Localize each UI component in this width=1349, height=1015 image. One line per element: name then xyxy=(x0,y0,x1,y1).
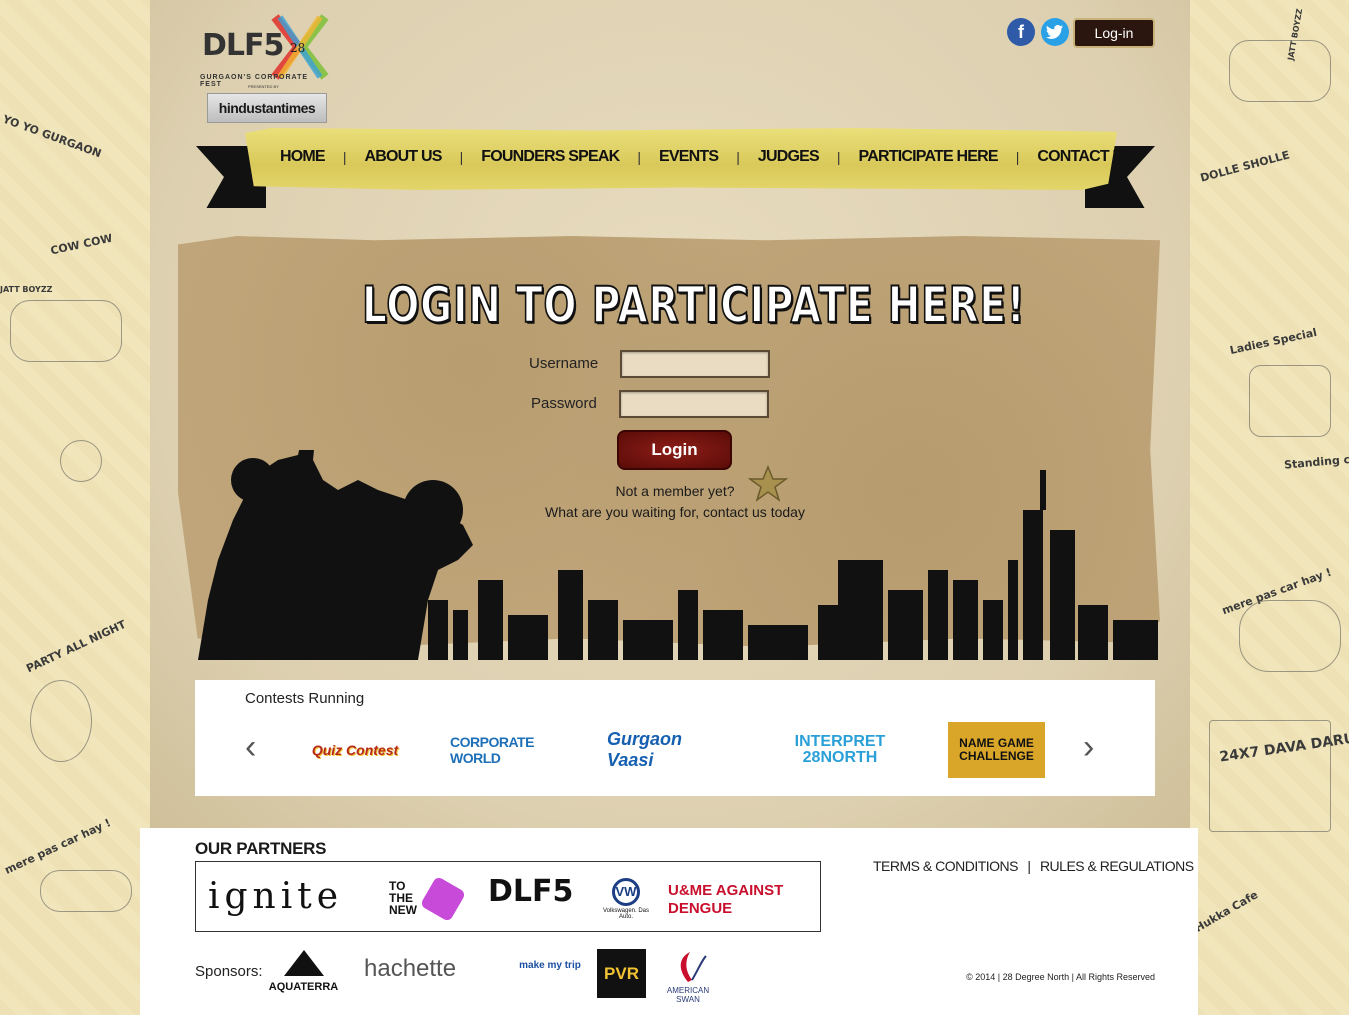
nav-founders-speak[interactable]: FOUNDERS SPEAK xyxy=(481,148,620,166)
username-input[interactable] xyxy=(620,350,770,378)
logo-x-icon: 28 xyxy=(271,14,329,80)
twitter-icon[interactable] xyxy=(1041,18,1069,46)
carousel-prev-icon[interactable]: ‹ xyxy=(245,728,256,767)
swan-icon xyxy=(680,952,707,982)
partner-volkswagen-logo[interactable]: VW Volkswagen. Das Auto. xyxy=(598,878,654,920)
doodle-text: Hukka Cafe xyxy=(1192,888,1261,935)
doodle-text: DOLLE SHOLLE xyxy=(1198,148,1291,185)
doodle-text: mere pas car hay ! xyxy=(2,816,113,877)
sponsor-american-swan-logo[interactable]: AMERICAN SWAN xyxy=(657,950,719,1004)
facebook-icon[interactable]: f xyxy=(1007,18,1035,46)
contest-interpret-logo[interactable]: INTERPRET 28NORTH xyxy=(785,722,895,778)
main-nav: HOME | ABOUT US | FOUNDERS SPEAK | EVENT… xyxy=(280,148,1134,166)
footer-links: TERMS & CONDITIONS | RULES & REGULATIONS xyxy=(873,858,1194,874)
partner-hexagon-icon xyxy=(419,875,467,923)
right-doodle-panel: DOLLE SHOLLE JATT BOYZZ Ladies Special S… xyxy=(1189,0,1349,1015)
username-label: Username xyxy=(529,355,599,372)
svg-text:28: 28 xyxy=(290,41,305,55)
nav-about-us[interactable]: ABOUT US xyxy=(364,148,442,166)
sponsor-aquaterra-logo[interactable]: AQUATERRA xyxy=(267,950,340,998)
partner-dengue-logo[interactable]: U&ME AGAINST DENGUE xyxy=(668,882,814,918)
carousel-next-icon[interactable]: › xyxy=(1083,728,1094,767)
contest-name-game-logo[interactable]: NAME GAME CHALLENGE xyxy=(948,722,1045,778)
volkswagen-tagline: Volkswagen. Das Auto. xyxy=(602,908,650,920)
doodle-text: PARTY ALL NIGHT xyxy=(24,617,128,676)
login-button[interactable]: Login xyxy=(617,430,732,470)
partner-dlf5-logo[interactable]: DLF5 xyxy=(488,874,573,909)
sponsor-makemytrip-logo[interactable]: make my trip xyxy=(515,960,585,971)
doodle-text: YO YO GURGAON xyxy=(0,112,104,161)
doodle-text: COW COW xyxy=(49,231,114,258)
sponsor-hachette-logo[interactable]: hachette xyxy=(364,955,456,983)
sponsors-label: Sponsors: xyxy=(195,963,263,980)
volkswagen-icon: VW xyxy=(612,878,640,906)
not-member-text: Not a member yet? xyxy=(615,483,735,499)
header-login-button[interactable]: Log-in xyxy=(1073,18,1155,48)
partner-ignite-logo[interactable]: ignite xyxy=(208,876,343,917)
contest-corporate-world-logo[interactable]: CORPORATE WORLD xyxy=(450,722,575,778)
nav-judges[interactable]: JUDGES xyxy=(758,148,820,166)
contests-title: Contests Running xyxy=(245,690,365,707)
contest-quiz-logo[interactable]: Quiz Contest xyxy=(305,722,405,778)
nav-participate-here[interactable]: PARTICIPATE HERE xyxy=(859,148,999,166)
left-doodle-panel: YO YO GURGAON COW COW JATT BOYZZ PARTY A… xyxy=(0,0,150,1015)
partners-logos: ignite TO THE NEW DLF5 VW Volkswagen. Da… xyxy=(195,861,821,932)
partner-to-the-new-logo[interactable]: TO THE NEW xyxy=(389,880,421,916)
hero-title: LOGIN TO PARTICIPATE HERE! xyxy=(361,275,1026,335)
nav-events[interactable]: EVENTS xyxy=(659,148,719,166)
contact-cta-link[interactable]: What are you waiting for, contact us tod… xyxy=(520,504,830,520)
american-swan-text: AMERICAN SWAN xyxy=(666,986,710,1004)
terms-link[interactable]: TERMS & CONDITIONS xyxy=(873,858,1019,874)
doodle-text: Standing cow xyxy=(1283,451,1349,472)
doodle-text: Ladies Special xyxy=(1228,325,1319,358)
logo-presented: PRESENTED BY xyxy=(248,84,279,89)
nav-contact-us[interactable]: CONTACT US xyxy=(1037,148,1134,166)
aquaterra-text: AQUATERRA xyxy=(268,981,339,993)
mountain-icon xyxy=(283,950,324,976)
nav-home[interactable]: HOME xyxy=(280,148,326,166)
contest-gurgaon-vaasi-logo[interactable]: Gurgaon Vaasi xyxy=(607,722,732,778)
partners-title: OUR PARTNERS xyxy=(195,839,327,858)
sponsor-pvr-logo[interactable]: PVR xyxy=(597,949,646,998)
contests-running-panel: Contests Running ‹ › Quiz Contest CORPOR… xyxy=(195,680,1155,796)
copyright: © 2014 | 28 Degree North | All Rights Re… xyxy=(966,972,1155,982)
doodle-text: JATT BOYZZ xyxy=(0,285,53,294)
password-input[interactable] xyxy=(619,390,769,418)
hindustan-times-logo[interactable]: hindustantimes xyxy=(207,93,327,123)
rules-link[interactable]: RULES & REGULATIONS xyxy=(1040,858,1194,874)
password-label: Password xyxy=(531,395,597,412)
